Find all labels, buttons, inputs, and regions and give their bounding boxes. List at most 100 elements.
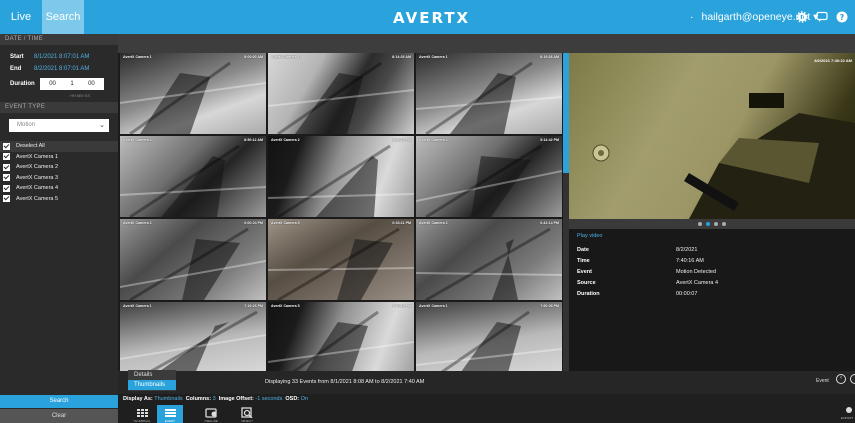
- checkbox-icon: [3, 142, 10, 150]
- preview-timestamp: 8/2/2021 7:40:22 AM: [814, 58, 852, 63]
- camera-frame: [416, 227, 562, 300]
- mode-timeline[interactable]: TIMELINE: [198, 405, 224, 423]
- thumbnail-timestamp: 7:19:26 PM: [244, 304, 263, 308]
- help-icon[interactable]: ?: [836, 11, 848, 23]
- camera-list: Deselect All AvertX Camera 1 AvertX Came…: [0, 141, 118, 204]
- thumbnail-camera-label: AvertX Camera 2: [419, 221, 448, 225]
- event-type-select[interactable]: Motion ⌄: [9, 119, 109, 132]
- thumbnail-grid: AvertX Camera 1 8:00:00 AM AvertX Camera 1…: [118, 53, 563, 383]
- checkbox-icon: [3, 163, 10, 171]
- deselect-all-checkbox[interactable]: Deselect All: [0, 141, 118, 152]
- date-time-section: DATE / TIME: [0, 34, 118, 45]
- end-value[interactable]: 8/2/2021 8:07:01 AM: [34, 66, 89, 72]
- gear-icon[interactable]: [796, 11, 808, 23]
- thumbnail-timestamp: 6:00:24 PM: [244, 221, 263, 225]
- event-thumbnail[interactable]: AvertX Camera 1 8:00:00 AM: [120, 53, 266, 134]
- start-value[interactable]: 8/1/2021 8:07:01 AM: [34, 54, 89, 60]
- list-icon: [165, 409, 176, 417]
- event-preview-image[interactable]: 8/2/2021 7:40:22 AM: [569, 53, 855, 219]
- clear-button[interactable]: Clear: [0, 409, 118, 423]
- event-thumbnail[interactable]: AvertX Camera 2 1:29:45 PM: [268, 136, 414, 217]
- event-details-panel: Play video Date 8/2/2021 Time 7:40:16 AM E…: [569, 229, 855, 371]
- mode-event[interactable]: EVENT: [157, 405, 183, 423]
- duration-mm[interactable]: 1: [70, 81, 73, 87]
- detail-time: Time 7:40:16 AM: [577, 258, 704, 264]
- camera-checkbox[interactable]: AvertX Camera 4: [0, 183, 118, 194]
- display-as-value[interactable]: Thumbnails: [154, 396, 182, 402]
- duration-ss[interactable]: 00: [88, 81, 95, 87]
- thumbnail-timestamp: 8:19:28 AM: [540, 55, 559, 59]
- thumbnail-timestamp: 8:50:12 AM: [244, 138, 263, 142]
- export-button[interactable]: EXPORT: [839, 405, 855, 423]
- duration-stepper[interactable]: 00 1 00: [40, 78, 104, 90]
- thumbnail-camera-label: AvertX Camera 2: [123, 138, 152, 142]
- thumbnail-timestamp: 1:29:45 PM: [392, 138, 411, 142]
- object-search-icon: [241, 407, 253, 419]
- preview-pager[interactable]: [569, 219, 855, 229]
- duration-hh[interactable]: 00: [49, 81, 56, 87]
- pager-dot[interactable]: [722, 222, 726, 226]
- pager-dot[interactable]: [698, 222, 702, 226]
- osd-value[interactable]: On: [301, 396, 308, 402]
- thumbnail-camera-label: AvertX Camera 1: [123, 304, 152, 308]
- camera-checkbox[interactable]: AvertX Camera 1: [0, 152, 118, 163]
- camera-frame: [268, 227, 414, 300]
- menu-item-thumbnails[interactable]: Thumbnails: [128, 380, 176, 390]
- event-thumbnail[interactable]: AvertX Camera 2 6:00:24 PM: [120, 219, 266, 300]
- thumbnail-camera-label: AvertX Camera 1: [271, 55, 300, 59]
- mode-thumbnail[interactable]: THUMBNAIL: [129, 405, 155, 423]
- preview-scene: [592, 93, 855, 219]
- tab-search[interactable]: Search: [42, 0, 84, 34]
- sub-bar: [118, 34, 855, 53]
- camera-frame: [268, 61, 414, 134]
- camera-frame: [416, 144, 562, 217]
- logo: AVERTX: [393, 9, 471, 27]
- event-thumbnail[interactable]: AvertX Camera 5 6:33:11 PM: [268, 219, 414, 300]
- grid-icon: [137, 409, 148, 417]
- thumbnail-camera-label: AvertX Camera 5: [271, 304, 300, 308]
- mode-bar: THUMBNAIL EVENT TIMELINE OBJECT: [118, 405, 855, 423]
- user-email: hailgarth@openeye.net: [701, 11, 811, 23]
- detail-source: Source AvertX Camera 4: [577, 280, 719, 286]
- columns-value[interactable]: 3: [213, 396, 216, 402]
- top-bar: Live Search AVERTX · hailgarth@openeye.ne…: [0, 0, 855, 34]
- checkbox-icon: [3, 184, 10, 192]
- detail-event: Event Motion Detected: [577, 269, 717, 275]
- chat-icon[interactable]: [816, 11, 828, 23]
- detail-date: Date 8/2/2021: [577, 247, 698, 253]
- event-type-section: EVENT TYPE: [0, 102, 118, 113]
- previous-event-button[interactable]: ‹: [836, 374, 846, 384]
- end-row[interactable]: End 8/2/2021 8:07:01 AM: [0, 63, 118, 75]
- event-thumbnail[interactable]: AvertX Camera 2 6:42:14 PM: [416, 219, 562, 300]
- thumbnail-camera-label: AvertX Camera 1: [419, 304, 448, 308]
- search-sidebar: DATE / TIME Start 8/1/2021 8:07:01 AM End…: [0, 34, 118, 423]
- display-as-menu: Details Thumbnails: [128, 370, 176, 391]
- checkbox-icon: [3, 153, 10, 161]
- event-thumbnail[interactable]: AvertX Camera 2 5:14:42 PM: [416, 136, 562, 217]
- camera-checkbox[interactable]: AvertX Camera 5: [0, 194, 118, 205]
- camera-frame: [120, 227, 266, 300]
- menu-item-details[interactable]: Details: [128, 370, 176, 380]
- camera-checkbox[interactable]: AvertX Camera 3: [0, 173, 118, 184]
- event-thumbnail[interactable]: AvertX Camera 1 8:14:25 AM: [268, 53, 414, 134]
- thumbnail-timestamp: 6:33:11 PM: [392, 221, 411, 225]
- image-offset-value[interactable]: -1 seconds: [255, 396, 282, 402]
- event-thumbnail[interactable]: AvertX Camera 2 8:50:12 AM: [120, 136, 266, 217]
- thumbnail-timestamp: 8:00:00 AM: [244, 55, 263, 59]
- play-video-link[interactable]: Play video: [577, 233, 602, 239]
- search-button[interactable]: Search: [0, 395, 118, 408]
- camera-checkbox[interactable]: AvertX Camera 2: [0, 162, 118, 173]
- pager-dot[interactable]: [706, 222, 710, 226]
- chevron-left-icon: ‹: [840, 375, 842, 381]
- tab-live[interactable]: Live: [0, 0, 42, 34]
- event-thumbnail[interactable]: AvertX Camera 1 8:19:28 AM: [416, 53, 562, 134]
- camera-frame: [416, 61, 562, 134]
- mode-object[interactable]: OBJECT: [234, 405, 260, 423]
- checkbox-icon: [3, 174, 10, 182]
- status-bar: Displaying 33 Events from 8/1/2021 8:08 …: [118, 371, 855, 394]
- start-row[interactable]: Start 8/1/2021 8:07:01 AM: [0, 51, 118, 63]
- event-nav-label: Event: [816, 378, 829, 384]
- next-event-button[interactable]: [850, 374, 855, 384]
- thumbnail-timestamp: 5:14:42 PM: [540, 138, 559, 142]
- pager-dot[interactable]: [714, 222, 718, 226]
